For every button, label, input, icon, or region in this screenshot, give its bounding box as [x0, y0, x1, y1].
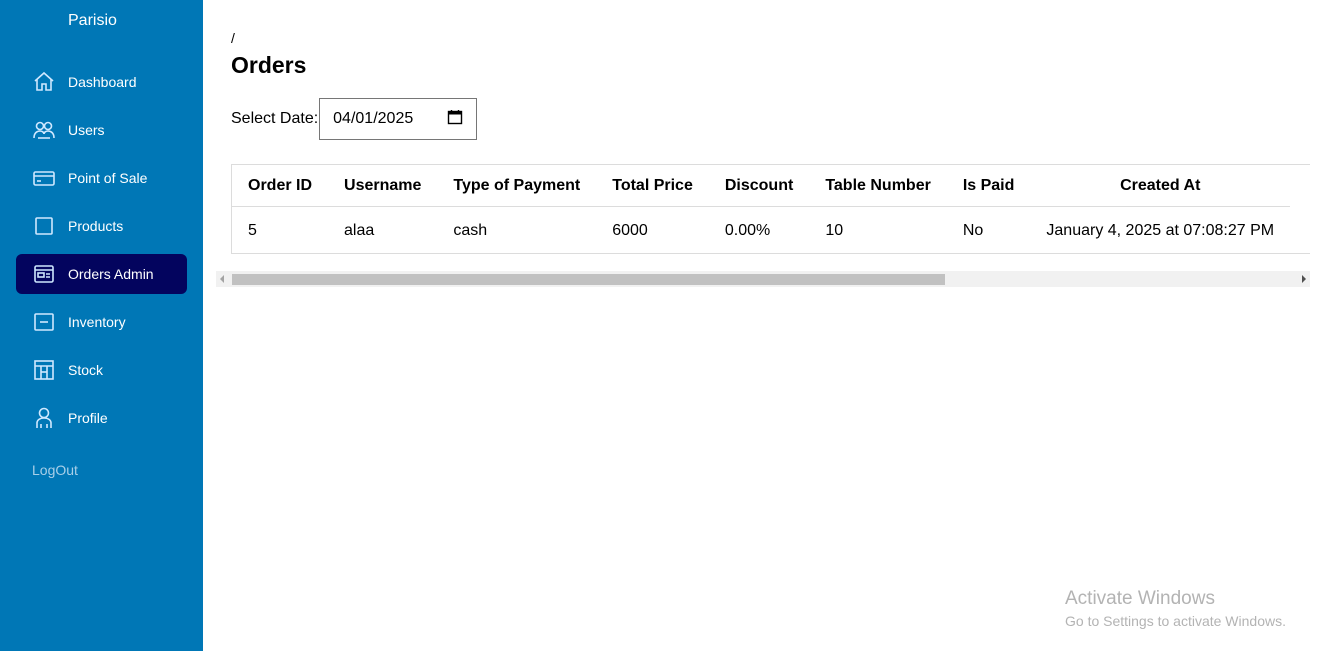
- scroll-left-arrow-icon[interactable]: [220, 275, 224, 283]
- date-filter-label: Select Date:: [231, 110, 319, 127]
- horizontal-scrollbar[interactable]: [216, 271, 1310, 287]
- cell-total-price: 6000: [612, 221, 648, 239]
- sidebar-item-point-of-sale[interactable]: Point of Sale: [16, 158, 187, 198]
- date-input[interactable]: 04/01/2025: [319, 98, 478, 140]
- sidebar-item-orders-admin[interactable]: Orders Admin: [16, 254, 187, 294]
- column-header-discount: Discount: [708, 165, 810, 207]
- sidebar-item-label: Profile: [68, 410, 108, 426]
- table-row[interactable]: 5 alaa cash 6000 0.00% 10 No January 4, …: [232, 207, 1290, 254]
- sidebar-item-profile[interactable]: Profile: [16, 398, 187, 438]
- home-icon: [32, 70, 56, 94]
- inventory-icon: [32, 310, 56, 334]
- column-header-total-price: Total Price: [596, 165, 709, 207]
- cell-is-paid: No: [962, 221, 984, 239]
- table-header-row: Order ID Username Type of Payment Total …: [232, 165, 1291, 207]
- sidebar-item-label: Orders Admin: [68, 266, 154, 282]
- cell-username: alaa: [344, 221, 375, 239]
- watermark-title: Activate Windows: [1065, 588, 1215, 609]
- sidebar: Parisio Dashboard Users Point of Sale Pr…: [0, 0, 203, 651]
- activation-watermark: Activate Windows Go to Settings to activ…: [1065, 588, 1286, 629]
- sidebar-nav: Dashboard Users Point of Sale Products O…: [16, 62, 187, 446]
- box-icon: [32, 214, 56, 238]
- cell-created-at: January 4, 2025 at 07:08:27 PM: [1046, 221, 1275, 239]
- sidebar-item-products[interactable]: Products: [16, 206, 187, 246]
- scrollbar-thumb[interactable]: [232, 274, 945, 285]
- sidebar-item-dashboard[interactable]: Dashboard: [16, 62, 187, 102]
- brand-name: Parisio: [68, 12, 117, 29]
- cell-discount: 0.00%: [724, 221, 771, 239]
- cell-table-number: 10: [825, 221, 844, 239]
- breadcrumb: /: [231, 30, 235, 46]
- column-header-table-number: Table Number: [809, 165, 947, 207]
- date-input-value: 04/01/2025: [333, 110, 414, 127]
- column-header-order-id: Order ID: [232, 165, 329, 207]
- profile-icon: [32, 406, 56, 430]
- calendar-icon[interactable]: [447, 109, 463, 130]
- logout-link[interactable]: LogOut: [32, 462, 78, 478]
- cell-order-id: 5: [248, 221, 257, 239]
- watermark-subtitle: Go to Settings to activate Windows.: [1065, 613, 1286, 629]
- cell-payment-type: cash: [453, 221, 488, 239]
- stock-icon: [32, 358, 56, 382]
- column-header-username: Username: [328, 165, 438, 207]
- page-title: Orders: [231, 52, 307, 78]
- users-icon: [32, 118, 56, 142]
- sidebar-item-users[interactable]: Users: [16, 110, 187, 150]
- credit-card-icon: [32, 166, 56, 190]
- orders-table: Order ID Username Type of Payment Total …: [232, 165, 1291, 254]
- sidebar-item-inventory[interactable]: Inventory: [16, 302, 187, 342]
- sidebar-item-label: Point of Sale: [68, 170, 148, 186]
- column-header-is-paid: Is Paid: [946, 165, 1031, 207]
- sidebar-item-label: Dashboard: [68, 74, 137, 90]
- sidebar-item-label: Inventory: [68, 314, 126, 330]
- sidebar-item-label: Stock: [68, 362, 104, 378]
- sidebar-item-stock[interactable]: Stock: [16, 350, 187, 390]
- date-filter: Select Date: 04/01/2025: [231, 98, 478, 140]
- orders-table-container: Order ID Username Type of Payment Total …: [231, 164, 1310, 254]
- scroll-right-arrow-icon[interactable]: [1302, 275, 1306, 283]
- sidebar-item-label: Products: [68, 218, 124, 234]
- column-header-created-at: Created At: [1030, 165, 1291, 207]
- sidebar-item-label: Users: [68, 122, 105, 138]
- column-header-payment-type: Type of Payment: [437, 165, 597, 207]
- orders-icon: [32, 262, 56, 286]
